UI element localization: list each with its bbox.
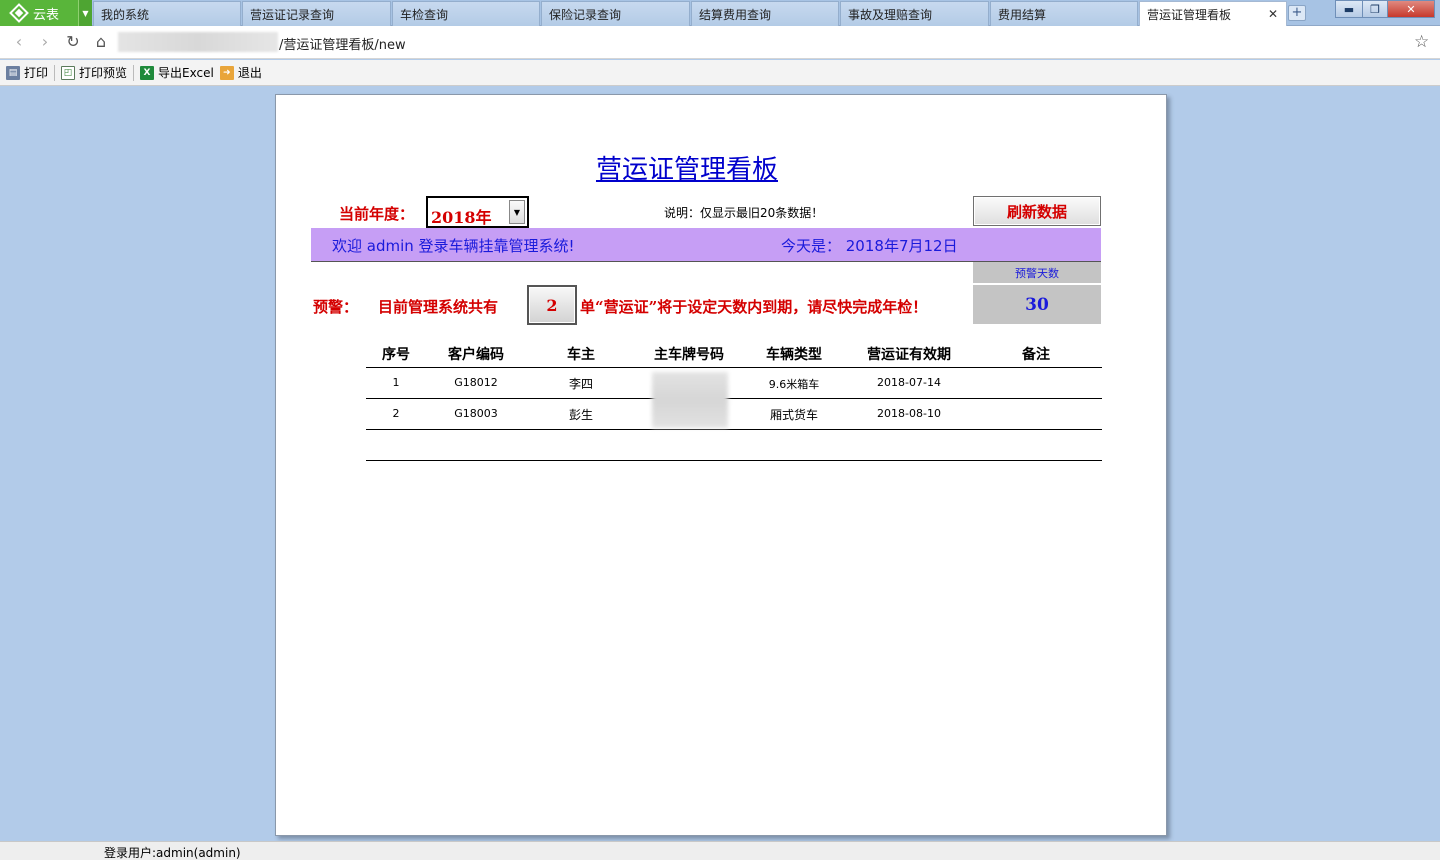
warning-days-value[interactable]: 30 [973, 285, 1101, 324]
plate-numbers-redacted [652, 372, 728, 428]
exit-icon: ➜ [219, 65, 234, 80]
tab-license-dashboard[interactable]: 营运证管理看板 ✕ [1139, 1, 1287, 27]
app-name: 云表 [33, 7, 60, 23]
exit-button[interactable]: ➜ 退出 [219, 64, 262, 81]
home-icon[interactable]: ⌂ [92, 33, 110, 51]
tab-fee-settlement[interactable]: 费用结算 [990, 1, 1138, 26]
address-bar: ‹ › ↻ ⌂ /营运证管理看板/new ☆ [0, 26, 1440, 59]
tab-close-icon[interactable]: ✕ [1268, 7, 1278, 21]
forward-icon[interactable]: › [36, 33, 54, 51]
logged-in-user: 登录用户:admin(admin) [104, 846, 241, 860]
table-header: 序号 客户编码 车主 主车牌号码 车辆类型 营运证有效期 备注 [366, 341, 1102, 368]
col-remark: 备注 [1022, 347, 1050, 363]
reload-icon[interactable]: ↻ [64, 33, 82, 51]
chevron-down-icon[interactable]: ▼ [509, 200, 525, 224]
refresh-data-button[interactable]: 刷新数据 [973, 196, 1101, 226]
welcome-text: 欢迎 admin 登录车辆挂靠管理系统! [332, 237, 575, 255]
col-customer-code: 客户编码 [448, 347, 504, 363]
year-select[interactable]: 2018年 ▼ [426, 196, 529, 228]
print-button[interactable]: ▤ 打印 [6, 64, 48, 81]
welcome-banner: 欢迎 admin 登录车辆挂靠管理系统! 今天是： 2018年7月12日 [311, 228, 1101, 262]
new-tab-button[interactable]: + [1288, 5, 1306, 21]
warning-text-suffix: 单“营运证”将于设定天数内到期，请尽快完成年检！ [580, 298, 928, 316]
tab-bar: 云表 ▼ 我的系统 营运证记录查询 车检查询 保险记录查询 结算费用查询 事故及… [0, 0, 1440, 27]
warning-days-label: 预警天数 [973, 262, 1101, 284]
col-vehicle-type: 车辆类型 [766, 347, 822, 363]
address-input[interactable]: /营运证管理看板/new [279, 34, 406, 53]
printer-icon: ▤ [6, 65, 20, 80]
tab-insurance-records[interactable]: 保险记录查询 [541, 1, 690, 26]
toolbar-divider [133, 64, 135, 81]
app-logo-icon [9, 3, 29, 23]
tab-vehicle-inspection[interactable]: 车检查询 [392, 1, 540, 26]
window-minimize-button[interactable]: ▬ [1335, 0, 1363, 18]
window-restore-button[interactable]: ❐ [1362, 0, 1388, 18]
page-title: 营运证管理看板 [595, 155, 778, 185]
bookmark-star-icon[interactable]: ☆ [1414, 32, 1429, 52]
today-date: 今天是： 2018年7月12日 [781, 237, 958, 255]
address-host-redacted [118, 32, 278, 52]
toolbar-divider [54, 64, 56, 81]
data-note: 说明：仅显示最旧20条数据！ [664, 206, 824, 220]
col-seq: 序号 [382, 347, 410, 363]
year-label: 当前年度： [339, 205, 415, 223]
tab-accident-claims[interactable]: 事故及理赔查询 [840, 1, 989, 26]
year-select-value: 2018年 [431, 208, 492, 227]
excel-icon: X [140, 65, 155, 80]
export-excel-button[interactable]: X 导出Excel [140, 64, 214, 81]
window-close-button[interactable]: ✕ [1387, 0, 1435, 18]
back-icon[interactable]: ‹ [10, 33, 28, 51]
print-preview-button[interactable]: ◰ 打印预览 [61, 64, 127, 81]
col-license-valid: 营运证有效期 [867, 347, 951, 363]
warning-label: 预警： [313, 298, 359, 316]
app-menu-button[interactable]: 云表 [0, 0, 78, 26]
app-menu-dropdown-icon[interactable]: ▼ [78, 0, 92, 26]
tab-settlement-query[interactable]: 结算费用查询 [691, 1, 839, 26]
preview-icon: ◰ [61, 65, 76, 80]
status-bar: 登录用户:admin(admin) [0, 841, 1440, 860]
col-owner: 车主 [567, 347, 595, 363]
table-row[interactable]: 2 G18003 彭生 厢式货车 2018-08-10 [366, 399, 1102, 430]
tab-license-records[interactable]: 营运证记录查询 [242, 1, 391, 26]
report-page: 营运证管理看板 当前年度： 2018年 ▼ 说明：仅显示最旧20条数据！ 刷新数… [275, 94, 1167, 836]
table-row[interactable]: 1 G18012 李四 9.6米箱车 2018-07-14 [366, 368, 1102, 399]
report-toolbar: ▤ 打印 ◰ 打印预览 X 导出Excel ➜ 退出 [0, 60, 1440, 86]
expiring-count-button[interactable]: 2 [527, 285, 577, 325]
warning-text-prefix: 目前管理系统共有 [378, 298, 499, 316]
col-plate: 主车牌号码 [654, 347, 724, 363]
table-row-empty [366, 430, 1102, 461]
tab-my-system[interactable]: 我的系统 [93, 1, 241, 26]
